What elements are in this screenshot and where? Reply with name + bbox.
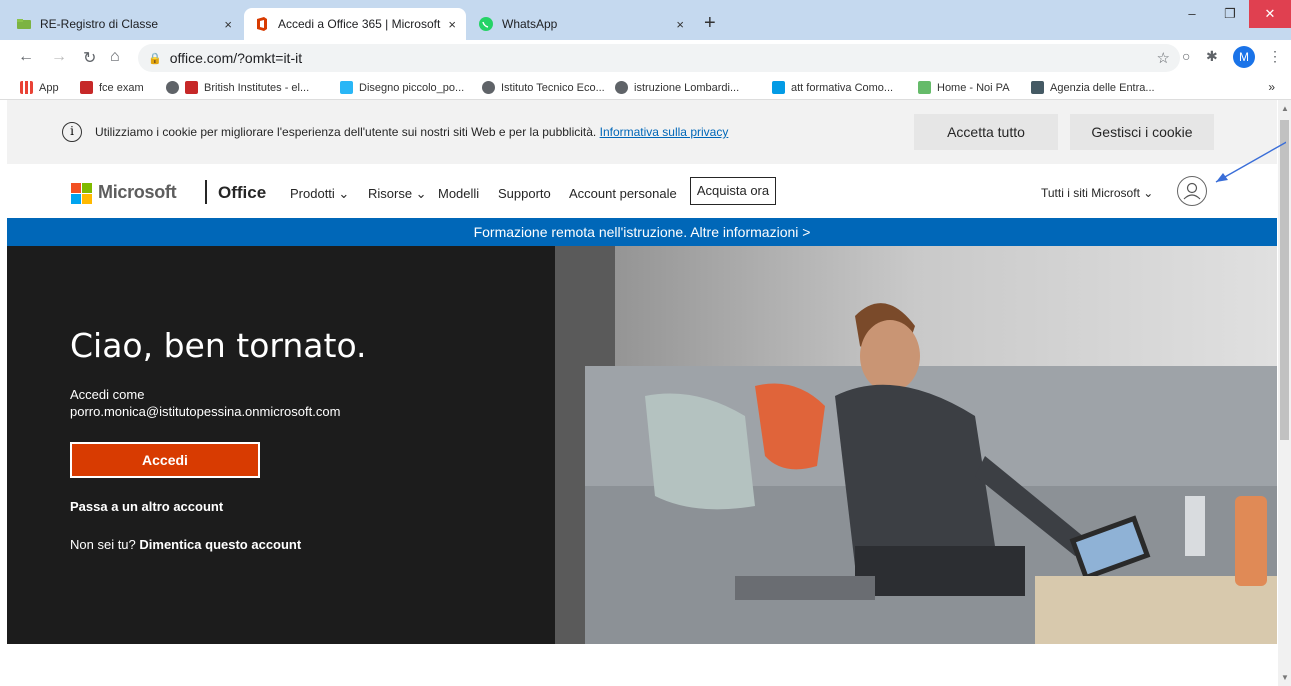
back-arrow-icon[interactable]: ← bbox=[18, 48, 34, 66]
bookmark-istituto[interactable]: Istituto Tecnico Eco... bbox=[482, 81, 605, 94]
url-bar[interactable]: 🔒 office.com/?omkt=it-it ☆ bbox=[138, 44, 1180, 72]
reload-icon[interactable]: ↻ bbox=[83, 48, 96, 68]
profile-avatar[interactable]: M bbox=[1233, 46, 1255, 68]
annotation-arrow-icon bbox=[1215, 141, 1286, 183]
extensions-puzzle-icon[interactable]: ✱ bbox=[1206, 48, 1218, 65]
bookmark-label: Home - Noi PA bbox=[937, 81, 1010, 94]
bookmark-label: fce exam bbox=[99, 81, 144, 94]
bookmarks-more-icon[interactable]: » bbox=[1268, 80, 1275, 94]
info-icon: i bbox=[62, 122, 82, 142]
scroll-down-icon[interactable]: ▼ bbox=[1281, 673, 1289, 682]
tab-label: Accedi a Office 365 | Microsoft O bbox=[278, 17, 443, 31]
close-icon[interactable]: × bbox=[676, 17, 684, 32]
globe-icon bbox=[482, 81, 495, 94]
bookmark-fce-exam[interactable]: fce exam bbox=[80, 81, 144, 94]
new-tab-button[interactable]: + bbox=[704, 12, 716, 35]
disegno-favicon-icon bbox=[340, 81, 353, 94]
registro-favicon-icon bbox=[16, 16, 32, 32]
bookmark-label: istruzione Lombardi... bbox=[634, 81, 740, 94]
close-icon[interactable]: × bbox=[224, 17, 232, 32]
sign-in-button[interactable]: Accedi bbox=[70, 442, 260, 478]
not-you-label: Non sei tu? bbox=[70, 537, 136, 552]
address-toolbar: ← → ↻ ⌂ 🔒 office.com/?omkt=it-it ☆ ○ ✱ M… bbox=[0, 40, 1291, 76]
close-icon[interactable]: × bbox=[448, 17, 456, 32]
menu-kebab-icon[interactable]: ⋮ bbox=[1268, 48, 1282, 65]
site-header: Microsoft Office Prodotti ⌄ Risorse ⌄ Mo… bbox=[7, 164, 1277, 218]
minimize-icon[interactable]: – bbox=[1173, 0, 1211, 28]
bookmark-apps[interactable]: App bbox=[20, 81, 59, 94]
buy-now-button[interactable]: Acquista ora bbox=[690, 177, 776, 205]
nav-modelli[interactable]: Modelli bbox=[438, 186, 479, 201]
home-icon[interactable]: ⌂ bbox=[110, 48, 120, 66]
bookmark-star-icon[interactable]: ☆ bbox=[1157, 49, 1170, 67]
bookmark-disegno[interactable]: Disegno piccolo_po... bbox=[340, 81, 464, 94]
restore-icon[interactable]: ❐ bbox=[1211, 0, 1249, 28]
accept-all-button[interactable]: Accetta tutto bbox=[914, 114, 1058, 150]
switch-account-link[interactable]: Passa a un altro account bbox=[70, 499, 223, 514]
header-divider bbox=[205, 180, 207, 204]
account-email: porro.monica@istitutopessina.onmicrosoft… bbox=[70, 404, 341, 419]
tab-office[interactable]: Accedi a Office 365 | Microsoft O × bbox=[244, 8, 466, 40]
cookie-message: Utilizziamo i cookie per migliorare l'es… bbox=[95, 125, 597, 139]
nav-supporto[interactable]: Supporto bbox=[498, 186, 551, 201]
tab-label: RE-Registro di Classe bbox=[40, 17, 159, 31]
nav-risorse[interactable]: Risorse ⌄ bbox=[368, 186, 427, 202]
globe-icon bbox=[166, 81, 179, 94]
tab-registro[interactable]: RE-Registro di Classe × bbox=[6, 8, 242, 40]
fce-favicon-icon bbox=[80, 81, 93, 94]
forget-account-link[interactable]: Dimentica questo account bbox=[139, 537, 301, 552]
bookmark-agenzia[interactable]: Agenzia delle Entra... bbox=[1031, 81, 1155, 94]
cookie-text: Utilizziamo i cookie per migliorare l'es… bbox=[95, 125, 728, 139]
nav-prodotti[interactable]: Prodotti ⌄ bbox=[290, 186, 349, 202]
welcome-title: Ciao, ben tornato. bbox=[70, 326, 367, 365]
bookmark-label: Disegno piccolo_po... bbox=[359, 81, 465, 94]
bookmark-label: Istituto Tecnico Eco... bbox=[501, 81, 605, 94]
bookmark-att-formativa[interactable]: att formativa Como... bbox=[772, 81, 893, 94]
bookmarks-bar: App fce exam British Institutes - el... … bbox=[0, 76, 1291, 100]
not-you-text: Non sei tu? Dimentica questo account bbox=[70, 537, 301, 552]
browser-tab-strip: RE-Registro di Classe × Accedi a Office … bbox=[0, 0, 1291, 40]
web-page: i Utilizziamo i cookie per migliorare l'… bbox=[7, 100, 1277, 686]
signed-as-label: Accedi come bbox=[70, 387, 145, 402]
nav-account[interactable]: Account personale bbox=[569, 186, 677, 201]
whatsapp-favicon-icon bbox=[478, 16, 494, 32]
microsoft-wordmark[interactable]: Microsoft bbox=[98, 182, 177, 203]
office-wordmark[interactable]: Office bbox=[218, 183, 266, 203]
bookmark-british[interactable]: British Institutes - el... bbox=[166, 81, 309, 94]
extension-circle-icon[interactable]: ○ bbox=[1182, 48, 1190, 64]
globe-icon bbox=[615, 81, 628, 94]
forward-arrow-icon[interactable]: → bbox=[51, 48, 67, 66]
cookie-banner: i Utilizziamo i cookie per migliorare l'… bbox=[7, 100, 1277, 164]
microsoft-logo-icon[interactable] bbox=[71, 183, 93, 205]
all-microsoft-sites[interactable]: Tutti i siti Microsoft ⌄ bbox=[1041, 186, 1153, 200]
privacy-link[interactable]: Informativa sulla privacy bbox=[600, 125, 729, 139]
window-controls: – ❐ ✕ bbox=[1173, 0, 1291, 28]
att-favicon-icon bbox=[772, 81, 785, 94]
office-favicon-icon bbox=[254, 16, 270, 32]
bookmark-label: British Institutes - el... bbox=[204, 81, 310, 94]
bookmark-label: att formativa Como... bbox=[791, 81, 894, 94]
uk-flag-icon bbox=[185, 81, 198, 94]
manage-cookies-button[interactable]: Gestisci i cookie bbox=[1070, 114, 1214, 150]
bookmark-label: App bbox=[39, 81, 59, 94]
user-account-icon[interactable] bbox=[1177, 176, 1207, 206]
bookmark-noipa[interactable]: Home - Noi PA bbox=[918, 81, 1010, 94]
tab-label: WhatsApp bbox=[502, 17, 558, 31]
apps-grid-icon bbox=[20, 81, 33, 94]
window-close-icon[interactable]: ✕ bbox=[1249, 0, 1291, 28]
url-text: office.com/?omkt=it-it bbox=[169, 50, 303, 66]
promo-banner[interactable]: Formazione remota nell'istruzione. Altre… bbox=[7, 218, 1277, 246]
noipa-favicon-icon bbox=[918, 81, 931, 94]
bookmark-istruzione[interactable]: istruzione Lombardi... bbox=[615, 81, 739, 94]
lock-icon[interactable]: 🔒 bbox=[148, 52, 162, 65]
agenzia-favicon-icon bbox=[1031, 81, 1044, 94]
bookmark-label: Agenzia delle Entra... bbox=[1050, 81, 1155, 94]
scroll-up-icon[interactable]: ▲ bbox=[1281, 104, 1289, 113]
tab-whatsapp[interactable]: WhatsApp × bbox=[468, 8, 694, 40]
hero-section: Ciao, ben tornato. Accedi come porro.mon… bbox=[7, 246, 1277, 644]
hero-photo-man-on-sofa-icon bbox=[555, 246, 1277, 644]
